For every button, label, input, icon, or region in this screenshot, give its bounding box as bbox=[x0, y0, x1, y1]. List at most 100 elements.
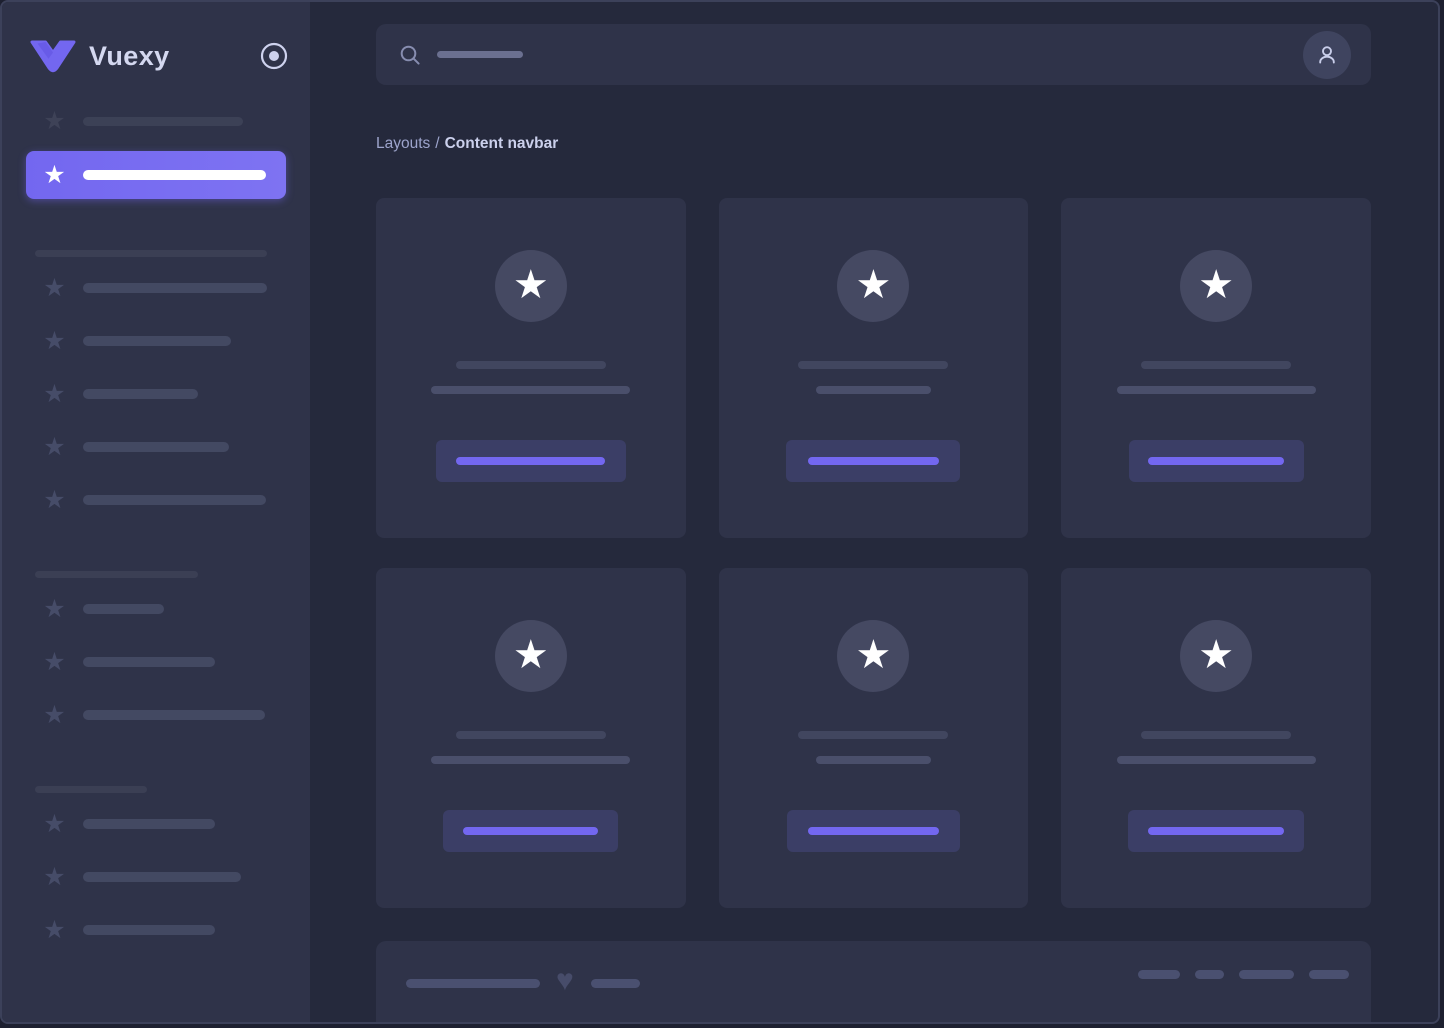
nav-item[interactable]: ★ bbox=[42, 642, 286, 682]
star-icon: ★ bbox=[42, 918, 67, 943]
nav-label-skeleton bbox=[83, 336, 231, 346]
footer-skeleton-bar[interactable] bbox=[1309, 970, 1349, 979]
button-label-skeleton bbox=[1148, 827, 1284, 835]
card-action-button[interactable] bbox=[1128, 810, 1304, 852]
footer-right bbox=[1123, 970, 1349, 979]
footer-skeleton-bar[interactable] bbox=[1138, 970, 1180, 979]
nav-item[interactable]: ★ bbox=[42, 374, 286, 414]
star-icon: ★ bbox=[42, 650, 67, 675]
star-icon: ★ bbox=[42, 865, 67, 890]
nav-section-title-skeleton bbox=[35, 786, 147, 793]
card-grid: ★ ★ ★ ★ ★ ★ bbox=[376, 198, 1371, 908]
nav-label-skeleton bbox=[83, 170, 266, 180]
person-icon bbox=[1314, 42, 1340, 68]
card-title-skeleton bbox=[798, 731, 948, 739]
card-subtitle-skeleton bbox=[816, 756, 931, 764]
card-action-button[interactable] bbox=[443, 810, 618, 852]
card-title-skeleton bbox=[456, 731, 606, 739]
nav-item-active[interactable]: ★ bbox=[26, 151, 286, 199]
footer: ♥ bbox=[376, 941, 1371, 1022]
star-icon: ★ bbox=[1198, 635, 1234, 675]
nav-label-skeleton bbox=[83, 442, 229, 452]
nav-item[interactable]: ★ bbox=[42, 101, 286, 141]
nav-label-skeleton bbox=[83, 872, 241, 882]
nav-item[interactable]: ★ bbox=[42, 857, 286, 897]
radio-circle-icon bbox=[260, 42, 288, 70]
user-avatar[interactable] bbox=[1303, 31, 1351, 79]
vuexy-logo-icon bbox=[29, 39, 77, 73]
nav-item[interactable]: ★ bbox=[42, 695, 286, 735]
card-action-button[interactable] bbox=[787, 810, 960, 852]
star-icon: ★ bbox=[42, 382, 67, 407]
card-subtitle-skeleton bbox=[1117, 386, 1316, 394]
star-icon: ★ bbox=[513, 265, 549, 305]
nav-section-title-skeleton bbox=[35, 250, 267, 257]
star-icon: ★ bbox=[42, 329, 67, 354]
star-icon: ★ bbox=[42, 163, 67, 188]
nav-label-skeleton bbox=[83, 657, 215, 667]
card-title-skeleton bbox=[1141, 731, 1291, 739]
nav-item[interactable]: ★ bbox=[42, 910, 286, 950]
card-avatar-circle: ★ bbox=[1180, 620, 1252, 692]
search-bar[interactable] bbox=[376, 24, 1371, 85]
star-icon: ★ bbox=[42, 109, 67, 134]
button-label-skeleton bbox=[463, 827, 598, 835]
star-icon: ★ bbox=[42, 597, 67, 622]
card-avatar-circle: ★ bbox=[837, 620, 909, 692]
card-title-skeleton bbox=[456, 361, 606, 369]
star-icon: ★ bbox=[42, 435, 67, 460]
footer-skeleton-bar bbox=[406, 979, 540, 988]
button-label-skeleton bbox=[456, 457, 605, 465]
button-label-skeleton bbox=[808, 457, 939, 465]
card-avatar-circle: ★ bbox=[495, 620, 567, 692]
content-card: ★ bbox=[1061, 198, 1371, 538]
breadcrumb-separator: / bbox=[435, 135, 439, 152]
star-icon: ★ bbox=[513, 635, 549, 675]
nav-section-title-skeleton bbox=[35, 571, 198, 578]
nav-item[interactable]: ★ bbox=[42, 268, 286, 308]
star-icon: ★ bbox=[856, 265, 892, 305]
card-action-button[interactable] bbox=[1129, 440, 1304, 482]
nav-item[interactable]: ★ bbox=[42, 480, 286, 520]
nav-item[interactable]: ★ bbox=[42, 589, 286, 629]
nav-label-skeleton bbox=[83, 495, 266, 505]
card-action-button[interactable] bbox=[436, 440, 626, 482]
content-card: ★ bbox=[719, 198, 1029, 538]
app-title: Vuexy bbox=[89, 41, 170, 72]
sidebar: Vuexy ★ ★ ★ ★ ★ ★ ★ ★ ★ ★ ★ ★ ★ bbox=[2, 2, 310, 1022]
footer-skeleton-bar bbox=[591, 979, 640, 988]
sidebar-nav: ★ ★ ★ ★ ★ ★ ★ ★ ★ ★ ★ ★ ★ bbox=[2, 76, 310, 950]
nav-item[interactable]: ★ bbox=[42, 804, 286, 844]
nav-label-skeleton bbox=[83, 283, 267, 293]
card-subtitle-skeleton bbox=[816, 386, 931, 394]
footer-skeleton-bar[interactable] bbox=[1239, 970, 1294, 979]
nav-item[interactable]: ★ bbox=[42, 321, 286, 361]
card-subtitle-skeleton bbox=[431, 386, 630, 394]
star-icon: ★ bbox=[856, 635, 892, 675]
card-title-skeleton bbox=[798, 361, 948, 369]
card-subtitle-skeleton bbox=[431, 756, 630, 764]
footer-left: ♥ bbox=[406, 970, 656, 996]
star-icon: ★ bbox=[42, 488, 67, 513]
app-root: Vuexy ★ ★ ★ ★ ★ ★ ★ ★ ★ ★ ★ ★ ★ bbox=[0, 0, 1440, 1024]
nav-label-skeleton bbox=[83, 604, 164, 614]
nav-label-skeleton bbox=[83, 819, 215, 829]
nav-item[interactable]: ★ bbox=[42, 427, 286, 467]
button-label-skeleton bbox=[1148, 457, 1284, 465]
menu-pin-toggle[interactable] bbox=[260, 42, 288, 70]
breadcrumb-parent[interactable]: Layouts bbox=[376, 135, 430, 152]
card-action-button[interactable] bbox=[786, 440, 960, 482]
card-avatar-circle: ★ bbox=[1180, 250, 1252, 322]
footer-skeleton-bar[interactable] bbox=[1195, 970, 1224, 979]
card-title-skeleton bbox=[1141, 361, 1291, 369]
sidebar-header: Vuexy bbox=[29, 36, 288, 76]
content-card: ★ bbox=[1061, 568, 1371, 908]
search-icon bbox=[398, 43, 422, 67]
button-label-skeleton bbox=[808, 827, 939, 835]
card-avatar-circle: ★ bbox=[837, 250, 909, 322]
card-avatar-circle: ★ bbox=[495, 250, 567, 322]
search-placeholder-skeleton bbox=[437, 51, 523, 58]
star-icon: ★ bbox=[42, 703, 67, 728]
nav-label-skeleton bbox=[83, 117, 243, 126]
nav-label-skeleton bbox=[83, 710, 265, 720]
